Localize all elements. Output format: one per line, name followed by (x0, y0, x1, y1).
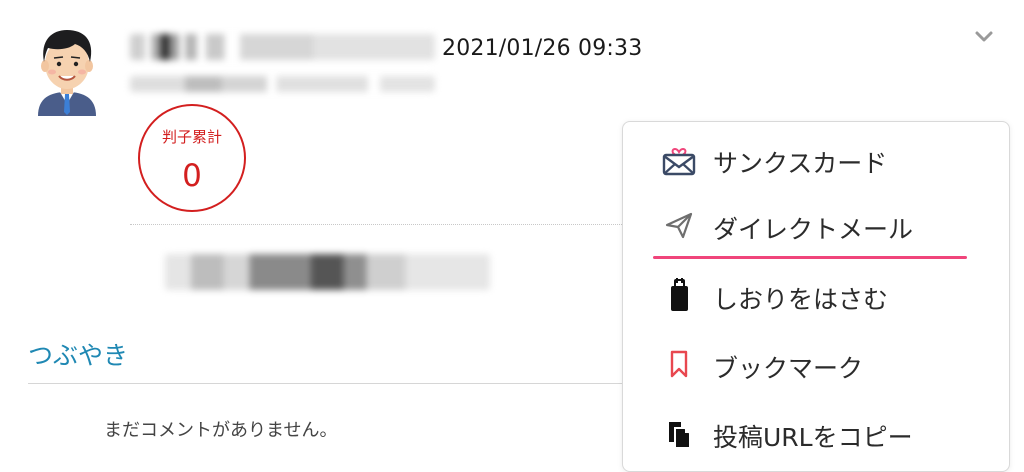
menu-item-bookmark[interactable]: ブックマーク (623, 334, 1009, 394)
stamp-count: 0 (182, 158, 202, 194)
menu-item-insert-bookmark[interactable]: しおりをはさむ (623, 265, 1009, 325)
menu-item-label: 投稿URLをコピー (713, 423, 913, 452)
menu-item-label: しおりをはさむ (713, 285, 889, 314)
divider (130, 224, 630, 225)
post-body-redacted (165, 254, 490, 290)
stamp-label: 判子累計 (161, 128, 222, 146)
menu-item-thanks-card[interactable]: サンクスカード (623, 129, 1009, 189)
envelope-heart-icon (661, 141, 697, 177)
post-action-menu: サンクスカード ダイレクトメール しおりをはさむ ブックマーク 投稿URLをコピ… (622, 121, 1010, 472)
author-name-redacted (130, 34, 435, 60)
paper-plane-icon (661, 207, 697, 243)
menu-item-label: サンクスカード (713, 149, 888, 178)
post-timestamp: 2021/01/26 09:33 (442, 36, 643, 61)
menu-item-label: ブックマーク (713, 354, 864, 383)
empty-comments-message: まだコメントがありません。 (104, 420, 338, 441)
avatar[interactable] (30, 24, 104, 116)
menu-item-label: ダイレクトメール (713, 215, 914, 244)
stamp-counter: 判子累計 0 (138, 104, 246, 212)
active-item-underline (653, 256, 967, 259)
menu-item-direct-mail[interactable]: ダイレクトメール (623, 195, 1009, 255)
menu-item-copy-url[interactable]: 投稿URLをコピー (623, 403, 1009, 463)
chevron-down-icon[interactable] (970, 26, 998, 48)
divider (28, 383, 628, 384)
tweets-heading[interactable]: つぶやき (28, 336, 128, 372)
author-subtitle-redacted (130, 76, 435, 92)
bookmark-clip-icon (661, 277, 697, 313)
bookmark-icon (661, 346, 697, 382)
copy-icon (661, 415, 697, 451)
